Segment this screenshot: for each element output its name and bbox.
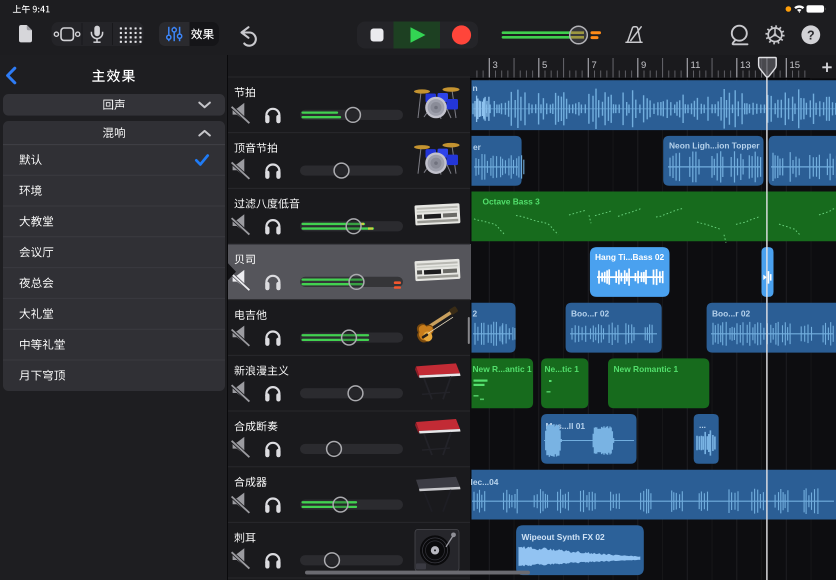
svg-text:Wipeout Synth FX 02: Wipeout Synth FX 02 (522, 532, 606, 542)
svg-text:New R...antic 1: New R...antic 1 (473, 364, 532, 374)
svg-text:New Romantic 1: New Romantic 1 (614, 364, 679, 374)
svg-text:Hang Ti...Bass 02: Hang Ti...Bass 02 (595, 252, 665, 262)
svg-text:5: 5 (542, 60, 547, 71)
svg-text:Neon Ligh...ion Topper: Neon Ligh...ion Topper (669, 141, 760, 151)
svg-text:n: n (473, 83, 478, 93)
svg-text:?: ? (807, 28, 815, 42)
svg-text:3: 3 (493, 60, 498, 71)
svg-text:13: 13 (740, 60, 751, 71)
svg-text:Octave Bass 3: Octave Bass 3 (483, 196, 541, 206)
svg-text:lec...04: lec...04 (471, 477, 499, 487)
svg-text:Boo...r 02: Boo...r 02 (571, 309, 610, 319)
svg-text:11: 11 (691, 60, 701, 71)
svg-text:Boo...r 02: Boo...r 02 (712, 309, 751, 319)
svg-text:2: 2 (473, 309, 478, 319)
svg-text:...: ... (699, 420, 706, 430)
svg-text:er: er (473, 142, 482, 152)
svg-text:15: 15 (790, 60, 801, 71)
svg-text:Ne...tic 1: Ne...tic 1 (545, 364, 580, 374)
svg-text:7: 7 (592, 60, 597, 71)
svg-text:9: 9 (641, 60, 646, 71)
